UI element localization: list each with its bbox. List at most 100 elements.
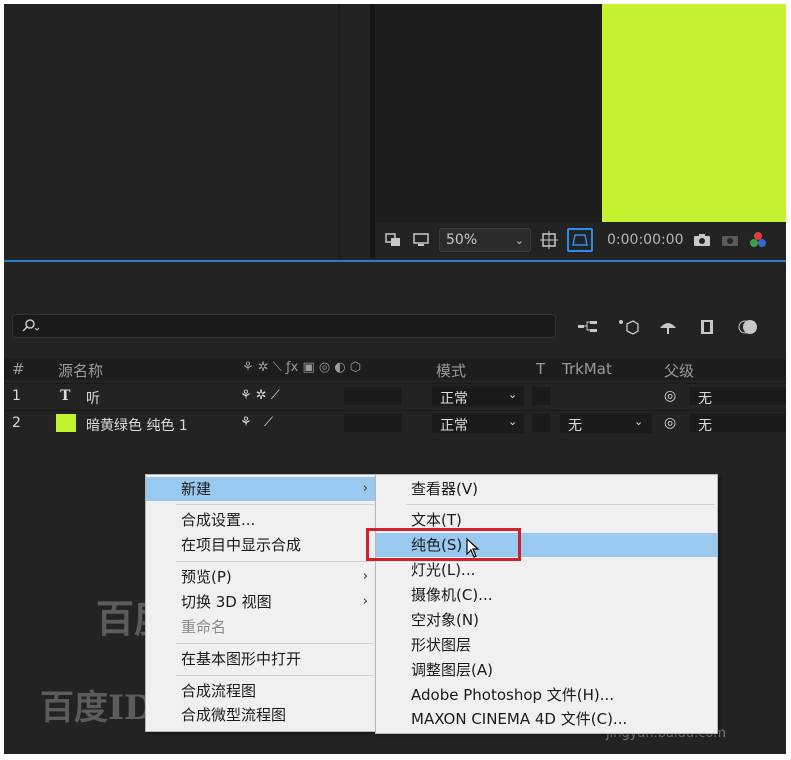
menu-item-label: 新建 [181,480,212,498]
trkmat-value: 无 [568,418,582,434]
menu-item-label: 摄像机(C)... [411,586,493,604]
col-parent: 父级 [664,362,695,380]
zoom-value: 50% [446,232,478,248]
channels-icon[interactable] [748,230,768,250]
color-swatch-icon [56,414,76,432]
menu-item-label: 文本(T) [411,511,462,529]
submenu-item-viewer[interactable]: 查看器(V) [376,477,717,501]
search-icon [22,319,40,332]
submenu-item-camera[interactable]: 摄像机(C)... [376,583,717,607]
text-layer-icon: T [60,388,71,404]
zoom-dropdown[interactable]: 50% ⌄ [439,228,531,252]
camera-icon[interactable] [692,230,712,250]
project-panel [4,4,370,258]
mode-value: 正常 [440,391,468,407]
new-submenu: 查看器(V) 文本(T) 纯色(S) 灯光(L)... 摄像机(C)... 空对… [375,474,718,734]
layer-name[interactable]: 听 [86,388,100,408]
col-num: # [12,360,25,378]
menu-separator [176,643,374,644]
menu-separator [176,675,374,676]
pick-whip-icon[interactable]: ◎ [664,415,676,431]
layer-search-input[interactable] [12,314,556,338]
switches-icons: ⚘ ✲ ⟍ ƒx ▣ ◎ ◐ ⬡ [242,360,362,375]
current-time[interactable]: 0:00:00:00 [607,232,684,248]
layer-name[interactable]: 暗黄绿色 纯色 1 [86,415,188,435]
menu-item-new[interactable]: 新建 › [146,477,376,501]
composition-viewer[interactable] [375,4,786,222]
menu-item-label: 在项目中显示合成 [181,536,302,554]
menu-item-switch-3d-view[interactable]: 切换 3D 视图 › [146,590,376,614]
menu-item-label: 合成流程图 [181,682,257,700]
show-snapshot-icon[interactable] [720,230,740,250]
submenu-item-shape-layer[interactable]: 形状图层 [376,633,717,657]
region-of-interest-icon[interactable] [539,230,559,250]
submenu-item-null-object[interactable]: 空对象(N) [376,608,717,632]
monitor-icon[interactable] [411,230,431,250]
panel-divider [338,4,340,258]
menu-item-label: 空对象(N) [411,611,479,629]
col-source-name[interactable]: 源名称 [58,360,103,381]
col-t: T [536,360,546,378]
chevron-down-icon: ⌄ [508,388,518,401]
col-trkmat: TrkMat [562,360,612,378]
chevron-down-icon: ⌄ [634,415,644,428]
menu-item-label: 合成微型流程图 [181,706,287,724]
menu-item-label: 预览(P) [181,568,232,586]
context-menu: 新建 › 合成设置... 在项目中显示合成 预览(P) › 切换 3D 视图 ›… [145,474,377,732]
menu-item-label: 形状图层 [411,636,472,654]
menu-item-label: 灯光(L)... [411,561,476,579]
layer-switches[interactable]: ⚘ ✲ ⟋ [240,388,280,403]
solid-layer-preview [602,4,786,222]
layer-switch-cells[interactable] [344,387,402,405]
layer-row[interactable]: 1 T 听 ⚘ ✲ ⟋ 正常 ⌄ ◎ 无 [4,383,786,409]
chevron-right-icon: › [362,569,368,584]
menu-item-preview[interactable]: 预览(P) › [146,565,376,589]
menu-item-label: 切换 3D 视图 [181,593,272,611]
submenu-item-light[interactable]: 灯光(L)... [376,558,717,582]
parent-value: 无 [698,391,712,407]
layer-switch-cells[interactable] [344,414,402,432]
menu-item-label: MAXON CINEMA 4D 文件(C)... [411,710,628,728]
menu-item-reveal-in-project[interactable]: 在项目中显示合成 [146,533,376,557]
submenu-item-adjustment-layer[interactable]: 调整图层(A) [376,658,717,682]
annotation-highlight-box [366,528,521,561]
submenu-item-photoshop-file[interactable]: Adobe Photoshop 文件(H)... [376,683,717,707]
chevron-right-icon: › [362,594,368,609]
preserve-transparency-cell[interactable] [532,387,550,405]
layer-num: 2 [12,415,21,431]
mouse-cursor-icon [466,537,480,563]
chevron-down-icon: ⌄ [508,415,518,428]
menu-item-label: 调整图层(A) [411,661,493,679]
comp-flowchart-icon[interactable] [576,316,600,338]
menu-item-comp-flowchart[interactable]: 合成流程图 [146,679,376,703]
menu-item-label: 重命名 [181,618,227,636]
menu-item-label: Adobe Photoshop 文件(H)... [411,686,615,704]
menu-item-comp-settings[interactable]: 合成设置... [146,508,376,532]
parent-value: 无 [698,418,712,434]
submenu-item-cinema4d-file[interactable]: MAXON CINEMA 4D 文件(C)... [376,707,717,731]
motion-blur-icon[interactable] [736,316,760,338]
draft-3d-icon[interactable] [616,316,640,338]
chevron-right-icon: › [362,481,368,496]
preserve-transparency-cell[interactable] [532,414,550,432]
pick-whip-icon[interactable]: ◎ [664,388,676,404]
layer-row[interactable]: 2 暗黄绿色 纯色 1 ⚘ ⟋ 正常 ⌄ 无 ⌄ ◎ 无 [4,410,786,436]
timeline-tools [576,316,760,338]
layer-column-header: # 源名称 ⚘ ✲ ⟍ ƒx ▣ ◎ ◐ ⬡ 模式 T TrkMat 父级 [4,358,786,380]
menu-item-comp-mini-flowchart[interactable]: 合成微型流程图 [146,703,376,727]
menu-separator [176,504,374,505]
layer-switches[interactable]: ⚘ ⟋ [240,415,273,430]
menu-separator [176,561,374,562]
chevron-down-icon: ⌄ [514,233,524,247]
menu-item-label: 在基本图形中打开 [181,650,302,668]
menu-separator [406,504,715,505]
transparency-grid-icon[interactable] [567,228,593,252]
menu-item-label: 合成设置... [181,511,256,529]
menu-item-rename: 重命名 [146,615,376,639]
always-preview-icon[interactable] [383,230,403,250]
frame-blending-icon[interactable] [696,316,720,338]
mode-value: 正常 [440,418,468,434]
shy-layers-icon[interactable] [656,316,680,338]
menu-item-label: 查看器(V) [411,480,478,498]
menu-item-open-essential-graphics[interactable]: 在基本图形中打开 [146,647,376,671]
